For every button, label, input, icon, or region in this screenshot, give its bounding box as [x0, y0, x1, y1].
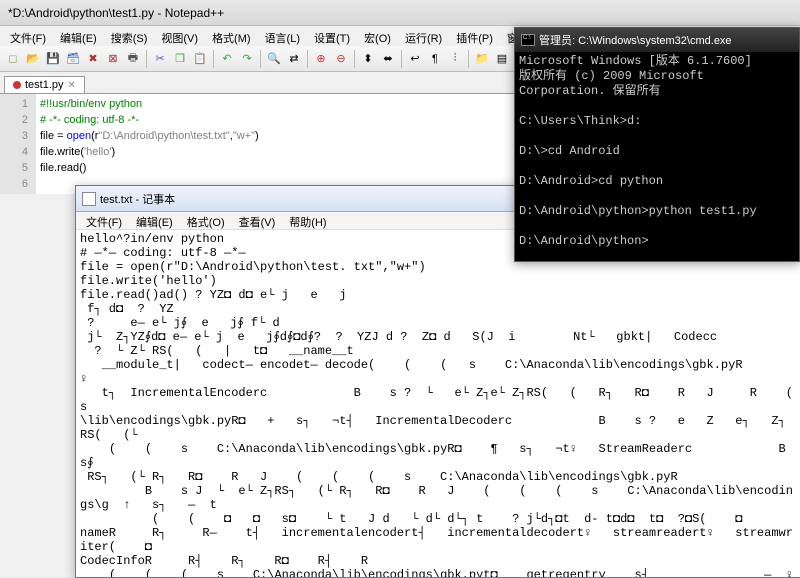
menu-search[interactable]: 搜索(S)	[105, 28, 154, 44]
cmd-titlebar[interactable]: 管理员: C:\Windows\system32\cmd.exe	[515, 28, 799, 52]
menu-file[interactable]: 文件(F)	[4, 28, 52, 44]
separator	[468, 50, 469, 68]
paste-icon[interactable]: 📋	[191, 50, 209, 68]
tab-label: test1.py	[25, 79, 64, 91]
cmd-content[interactable]: Microsoft Windows [版本 6.1.7600] 版权所有 (c)…	[515, 52, 799, 251]
undo-icon[interactable]: ↶	[218, 50, 236, 68]
separator	[401, 50, 402, 68]
code-line: file.read()	[40, 162, 86, 174]
print-icon[interactable]: 🖶	[124, 50, 142, 68]
cut-icon[interactable]: ✂	[151, 50, 169, 68]
code-seg: file.write(	[40, 146, 84, 158]
menu-edit[interactable]: 编辑(E)	[54, 28, 103, 44]
replace-icon[interactable]: ⇄	[285, 50, 303, 68]
show-chars-icon[interactable]: ¶	[426, 50, 444, 68]
code-seg: )	[111, 146, 115, 158]
menu-macro[interactable]: 宏(O)	[358, 28, 397, 44]
open-icon[interactable]: 📂	[24, 50, 42, 68]
notepad-title: test.txt - 记事本	[100, 191, 175, 207]
np-menu-format[interactable]: 格式(O)	[181, 213, 231, 228]
menu-settings[interactable]: 设置(T)	[308, 28, 356, 44]
find-icon[interactable]: 🔍	[265, 50, 283, 68]
notepad-icon	[82, 192, 96, 206]
folder-icon[interactable]: 📁	[473, 50, 491, 68]
separator	[354, 50, 355, 68]
code-seg: "w+"	[233, 130, 255, 142]
menu-format[interactable]: 格式(M)	[206, 28, 257, 44]
menu-language[interactable]: 语言(L)	[259, 28, 306, 44]
wrap-icon[interactable]: ↩	[406, 50, 424, 68]
separator	[307, 50, 308, 68]
np-menu-view[interactable]: 查看(V)	[233, 213, 282, 228]
zoom-out-icon[interactable]: ⊖	[332, 50, 350, 68]
tab-test1[interactable]: test1.py ✕	[4, 76, 85, 93]
close-icon[interactable]: ✖	[84, 50, 102, 68]
separator	[260, 50, 261, 68]
lineno: 4	[0, 144, 28, 160]
np-menu-help[interactable]: 帮助(H)	[283, 213, 332, 228]
tab-close-icon[interactable]: ✕	[68, 80, 76, 91]
indent-guide-icon[interactable]: ⫶	[446, 50, 464, 68]
line-gutter: 1 2 3 4 5 6	[0, 94, 36, 194]
lineno: 1	[0, 96, 28, 112]
copy-icon[interactable]: ❐	[171, 50, 189, 68]
npp-title: *D:\Android\python\test1.py - Notepad++	[8, 6, 224, 20]
cmd-title: 管理员: C:\Windows\system32\cmd.exe	[539, 32, 732, 48]
code-seg: "D:\Android\python\test.txt"	[98, 130, 229, 142]
notepad-content[interactable]: hello^?in/env python # —*— coding: utf-8…	[76, 230, 800, 577]
code-line: #!!usr/bin/env python	[40, 98, 142, 110]
lineno: 5	[0, 160, 28, 176]
sync-v-icon[interactable]: ⬍	[359, 50, 377, 68]
np-menu-file[interactable]: 文件(F)	[80, 213, 128, 228]
np-menu-edit[interactable]: 编辑(E)	[130, 213, 179, 228]
npp-titlebar[interactable]: *D:\Android\python\test1.py - Notepad++	[0, 0, 800, 26]
menu-plugins[interactable]: 插件(P)	[450, 28, 499, 44]
menu-run[interactable]: 运行(R)	[399, 28, 448, 44]
cmd-icon	[521, 34, 535, 46]
save-icon[interactable]: 💾	[44, 50, 62, 68]
cmd-window: 管理员: C:\Windows\system32\cmd.exe Microso…	[514, 27, 800, 262]
sync-h-icon[interactable]: ⬌	[379, 50, 397, 68]
code-seg: file =	[40, 130, 67, 142]
doc-map-icon[interactable]: ▤	[493, 50, 511, 68]
zoom-in-icon[interactable]: ⊕	[312, 50, 330, 68]
separator	[213, 50, 214, 68]
code-seg: 'hello'	[84, 146, 111, 158]
new-icon[interactable]: ◻	[4, 50, 22, 68]
separator	[146, 50, 147, 68]
menu-view[interactable]: 视图(V)	[155, 28, 204, 44]
lineno: 6	[0, 176, 28, 192]
code-seg: )	[255, 130, 259, 142]
modified-dot-icon	[13, 81, 21, 89]
save-all-icon[interactable]: 🗃	[64, 50, 82, 68]
lineno: 2	[0, 112, 28, 128]
close-all-icon[interactable]: ⊠	[104, 50, 122, 68]
code-line: # -*- coding: utf-8 -*-	[40, 114, 139, 126]
lineno: 3	[0, 128, 28, 144]
redo-icon[interactable]: ↷	[238, 50, 256, 68]
code-seg: open	[67, 130, 91, 142]
